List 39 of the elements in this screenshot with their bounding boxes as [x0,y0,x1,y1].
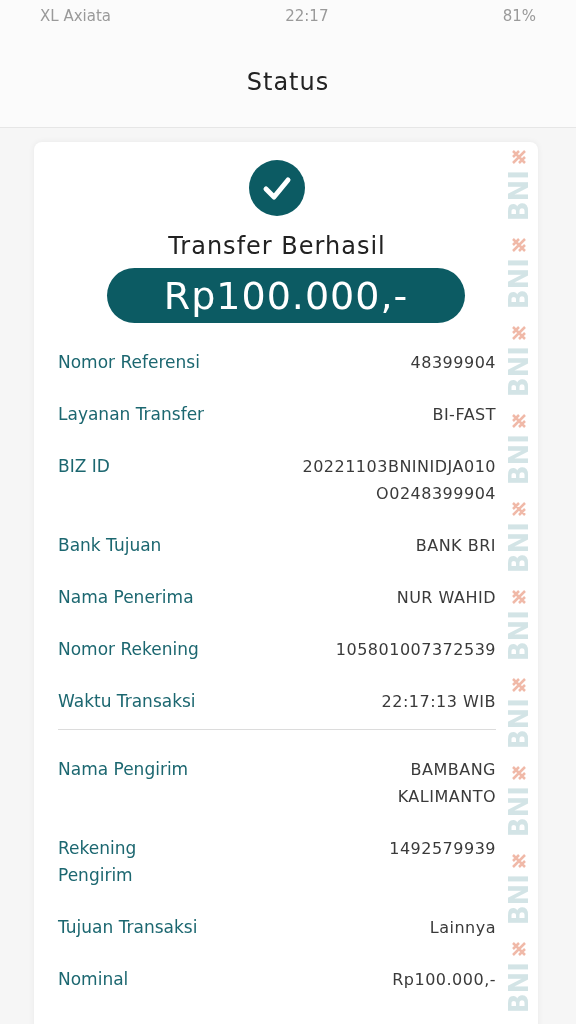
logo-mark-icon [512,854,526,868]
logo-mark-icon [512,150,526,164]
field-value: Rp100.000,- [392,969,496,991]
field-value: NUR WAHID [396,587,496,609]
result-title: Transfer Berhasil [168,232,386,260]
logo-mark-icon [512,590,526,604]
field-value: BAMBANG KALIMANTO [397,759,496,808]
field-value: 48399904 [410,352,496,374]
field-label: Nama Pengirim [58,758,189,781]
logo-mark-icon [512,942,526,956]
field-value: BI-FAST [432,404,496,426]
logo-mark-icon [512,502,526,516]
amount-badge: Rp100.000,- [107,268,465,323]
field-value: 22:17:13 WIB [381,691,496,713]
field-label: Layanan Transfer [58,403,205,426]
success-check-icon [249,160,305,216]
field-label: Nama Penerima [58,586,194,609]
logo-mark-icon [512,238,526,252]
field-label: Tujuan Transaksi [58,916,198,939]
field-value: BANK BRI [415,535,496,557]
logo-mark-icon [512,678,526,692]
clock-text: 22:17 [285,7,329,25]
field-label: Rekening Pengirim [58,837,137,887]
field-value: Lainnya [429,917,496,939]
carrier-text: XL Axiata [40,7,111,25]
field-label: BIZ ID [58,455,110,478]
page-title: Status [246,68,330,96]
field-value: 1492579939 [389,838,496,860]
logo-mark-icon [512,326,526,340]
field-value: 105801007372539 [335,639,496,661]
logo-mark-icon [512,766,526,780]
field-label: Waktu Transaksi [58,690,196,713]
logo-mark-icon [512,414,526,428]
field-label: Bank Tujuan [58,534,162,557]
field-label: Nomor Referensi [58,351,200,374]
field-label: Nominal [58,968,129,991]
battery-text: 81% [502,7,536,25]
field-label: Nomor Rekening [58,638,199,661]
field-value: 20221103BNINIDJA010 O0248399904 [302,456,496,505]
